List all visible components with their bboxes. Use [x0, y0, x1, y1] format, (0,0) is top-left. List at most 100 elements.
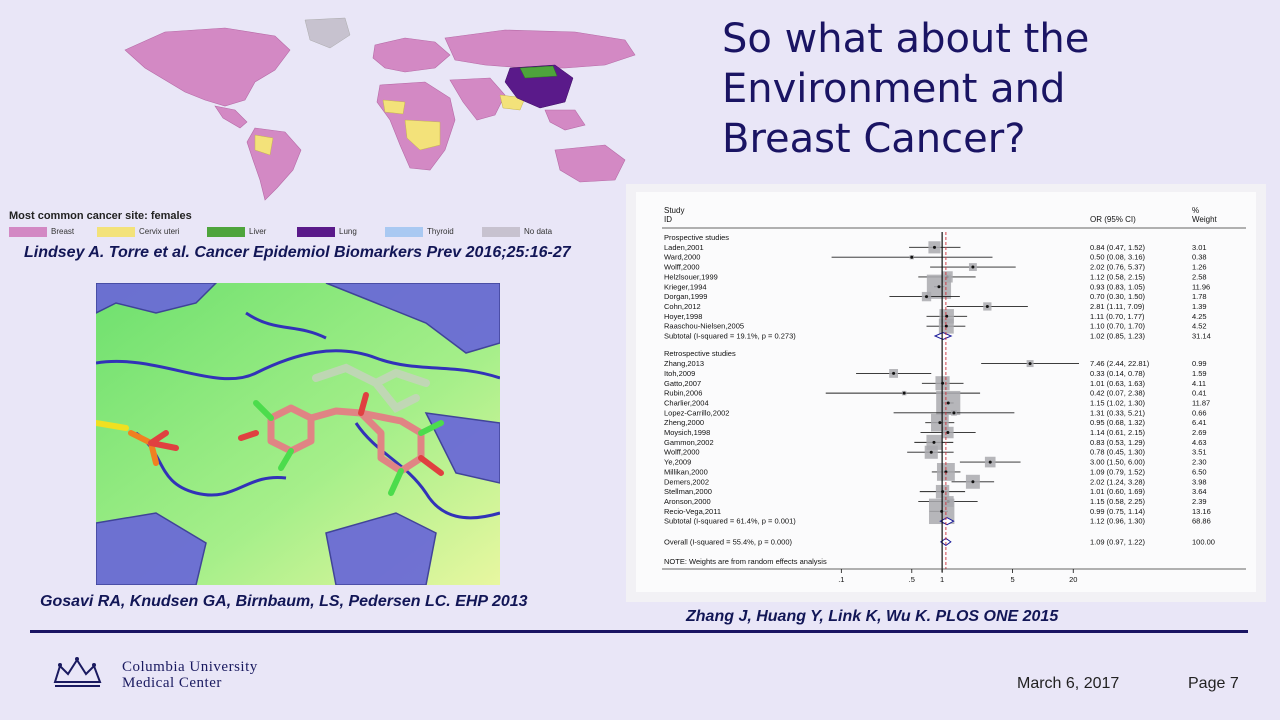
study-or: 1.15 (1.02, 1.30) [1090, 398, 1146, 407]
study-or: 1.09 (0.79, 1.52) [1090, 467, 1146, 476]
citation-torre: Lindsey A. Torre et al. Cancer Epidemiol… [24, 244, 571, 261]
study-or: 1.31 (0.33, 5.21) [1090, 408, 1146, 417]
point-estimate [932, 440, 936, 444]
map-europe [372, 37, 451, 73]
legend-label: Breast [51, 227, 75, 237]
study-id: Gatto,2007 [664, 379, 701, 388]
slide-title-line-2: Environment and [722, 66, 1066, 112]
legend-item-lung: Lung [297, 227, 357, 239]
map-north-america [124, 27, 291, 107]
map-cervix-west-africa [382, 99, 406, 115]
map-legend-title: Most common cancer site: females [9, 210, 192, 222]
subtotal-or: 1.12 (0.96, 1.30) [1090, 517, 1146, 526]
legend-swatch [9, 227, 47, 237]
study-weight: 6.41 [1192, 418, 1207, 427]
point-estimate [937, 285, 941, 289]
point-estimate [902, 391, 906, 395]
point-estimate [929, 450, 933, 454]
study-id: Hoyer,1998 [664, 312, 702, 321]
x-tick-label: 5 [1010, 575, 1014, 584]
map-north-asia [444, 29, 636, 69]
study-weight: 0.99 [1192, 359, 1207, 368]
legend-label: Cervix uteri [139, 227, 180, 237]
x-tick-label: .1 [838, 575, 844, 584]
footer-divider [30, 630, 1248, 633]
study-weight: 0.66 [1192, 408, 1207, 417]
map-south-asia [449, 77, 506, 121]
study-or: 0.95 (0.68, 1.32) [1090, 418, 1146, 427]
overall-or: 1.09 (0.97, 1.22) [1090, 537, 1146, 546]
world-cancer-map [124, 17, 636, 201]
study-or: 1.10 (0.70, 1.70) [1090, 322, 1146, 331]
legend-swatch [297, 227, 335, 237]
study-or: 1.12 (0.58, 2.15) [1090, 272, 1146, 281]
point-estimate [910, 255, 914, 259]
study-or: 0.84 (0.47, 1.52) [1090, 243, 1146, 252]
study-id: Ward,2000 [664, 253, 700, 262]
study-id: Cohn,2012 [664, 302, 701, 311]
header-or: OR (95% CI) [1090, 215, 1136, 224]
map-mongolia-liver [519, 65, 558, 79]
legend-item-breast: Breast [9, 227, 74, 239]
header-weight: Weight [1192, 215, 1218, 224]
study-or: 1.01 (0.63, 1.63) [1090, 379, 1146, 388]
subtotal-weight: 31.14 [1192, 332, 1211, 341]
study-weight: 3.01 [1192, 243, 1207, 252]
study-weight: 1.59 [1192, 369, 1207, 378]
study-weight: 11.87 [1192, 398, 1210, 407]
study-id: Wolff,2000 [664, 263, 700, 272]
study-weight: 2.58 [1192, 272, 1207, 281]
study-weight: 6.50 [1192, 467, 1207, 476]
map-australia [554, 144, 626, 183]
legend-swatch [385, 227, 423, 237]
forest-plot: Study ID OR (95% CI) % Weight Prospectiv… [626, 184, 1266, 602]
study-id: Stellman,2000 [664, 487, 712, 496]
legend-item-cervix: Cervix uteri [97, 227, 179, 239]
study-weight: 4.52 [1192, 322, 1207, 331]
study-weight: 1.26 [1192, 263, 1207, 272]
study-or: 2.02 (0.76, 5.37) [1090, 263, 1146, 272]
legend-swatch [482, 227, 520, 237]
overall-label: Overall (I-squared = 55.4%, p = 0.000) [664, 537, 792, 546]
legend-item-liver: Liver [207, 227, 266, 239]
study-or: 0.78 (0.45, 1.30) [1090, 448, 1146, 457]
protein-ligand-structure-image [96, 283, 500, 585]
slide-title-line-1: So what about the [722, 16, 1090, 62]
study-or: 2.02 (1.24, 3.28) [1090, 477, 1146, 486]
subtotal-label: Subtotal (I-squared = 19.1%, p = 0.273) [664, 332, 796, 341]
subtotal-or: 1.02 (0.85, 1.23) [1090, 332, 1146, 341]
study-id: Zhang,2013 [664, 359, 704, 368]
institution-name-line-2: Medical Center [122, 675, 222, 691]
study-weight: 1.78 [1192, 292, 1207, 301]
legend-item-thyroid: Thyroid [385, 227, 454, 239]
study-or: 0.83 (0.53, 1.29) [1090, 438, 1146, 447]
point-estimate [938, 421, 942, 425]
study-id: Laden,2001 [664, 243, 704, 252]
x-tick-label: .5 [909, 575, 915, 584]
study-id: Dorgan,1999 [664, 292, 707, 301]
point-estimate [1028, 362, 1032, 366]
study-or: 1.15 (0.58, 2.25) [1090, 497, 1146, 506]
point-estimate [946, 431, 950, 435]
study-or: 0.70 (0.30, 1.50) [1090, 292, 1146, 301]
header-study: Study [664, 206, 684, 215]
legend-label: Thyroid [427, 227, 454, 237]
study-id: Helzlsouer,1999 [664, 272, 718, 281]
study-or: 7.46 (2.44, 22.81) [1090, 359, 1150, 368]
legend-label: No data [524, 227, 553, 237]
point-estimate [971, 480, 975, 484]
subtotal-weight: 68.86 [1192, 517, 1211, 526]
columbia-crown-logo [53, 657, 102, 687]
study-weight: 2.30 [1192, 458, 1207, 467]
group-label: Retrospective studies [664, 349, 736, 358]
legend-label: Liver [249, 227, 267, 237]
study-weight: 2.39 [1192, 497, 1207, 506]
legend-label: Lung [339, 227, 357, 237]
point-estimate [925, 295, 929, 299]
citation-gosavi: Gosavi RA, Knudsen GA, Birnbaum, LS, Ped… [40, 593, 528, 610]
point-estimate [988, 460, 992, 464]
study-or: 0.33 (0.14, 0.78) [1090, 369, 1146, 378]
study-or: 1.14 (0.61, 2.15) [1090, 428, 1146, 437]
point-estimate [971, 265, 975, 269]
header-pct: % [1192, 206, 1199, 215]
